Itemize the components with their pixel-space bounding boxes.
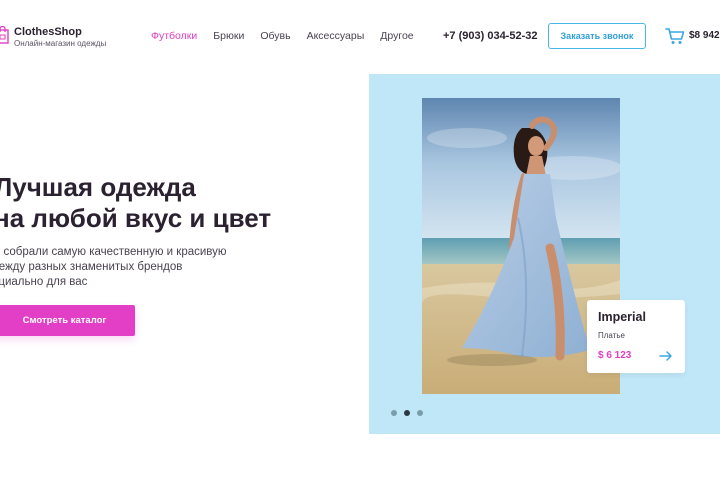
hero-description-line-2: дежду разных знаменитых брендов <box>0 261 183 273</box>
hero-title: Лучшая одежда на любой вкус и цвет <box>0 172 271 234</box>
nav-item-other[interactable]: Другое <box>380 30 413 42</box>
slider-dot-3[interactable] <box>417 410 423 416</box>
slider-dot-1[interactable] <box>391 410 397 416</box>
product-type: Платье <box>598 331 625 340</box>
nav-item-tshirts[interactable]: Футболки <box>151 30 197 42</box>
brand-name: ClothesShop <box>14 26 82 38</box>
product-name: Imperial <box>598 310 646 324</box>
nav-item-trousers[interactable]: Брюки <box>213 30 244 42</box>
phone-number[interactable]: +7 (903) 034-52-32 <box>443 30 537 42</box>
hero-description-line-3: ециально для вас <box>0 276 88 288</box>
nav-item-accessories[interactable]: Аксессуары <box>307 30 365 42</box>
shopping-bag-icon <box>0 26 9 44</box>
nav-item-shoes[interactable]: Обувь <box>260 30 290 42</box>
arrow-right-icon[interactable] <box>659 350 673 362</box>
cart-icon[interactable] <box>665 27 685 45</box>
slider-dot-2[interactable] <box>404 410 410 416</box>
cart-total[interactable]: $8 942 <box>689 30 720 41</box>
view-catalog-button[interactable]: Смотреть каталог <box>0 305 135 336</box>
slider-dots <box>391 410 430 416</box>
hero-description: ы собрали самую качественную и красивую … <box>0 245 252 290</box>
hero-description-line-1: ы собрали самую качественную и красивую <box>0 246 227 258</box>
main-nav: Футболки Брюки Обувь Аксессуары Другое <box>151 30 414 42</box>
product-price: $ 6 123 <box>598 350 632 361</box>
brand-tagline: Онлайн-магазин одежды <box>14 39 107 48</box>
hero-title-line-2: на любой вкус и цвет <box>0 203 272 233</box>
product-card[interactable]: Imperial Платье $ 6 123 <box>587 300 685 373</box>
callback-button[interactable]: Заказать звонок <box>548 23 646 49</box>
hero-title-line-1: Лучшая одежда <box>0 172 196 202</box>
